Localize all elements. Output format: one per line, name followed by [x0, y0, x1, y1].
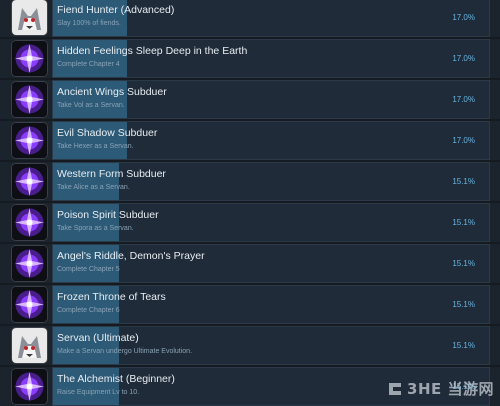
achievement-panel: Evil Shadow Subduer Take Hexer as a Serv…	[52, 121, 490, 160]
achievement-description: Take Vol as a Servan.	[57, 102, 125, 109]
achievement-percent: 17.0%	[452, 54, 475, 63]
achievement-panel: Frozen Throne of Tears Complete Chapter …	[52, 285, 490, 324]
achievement-title: The Alchemist (Beginner)	[57, 373, 175, 385]
achievement-panel: Ancient Wings Subduer Take Vol as a Serv…	[52, 80, 490, 119]
achievement-title: Evil Shadow Subduer	[57, 127, 158, 139]
purple-crystal-icon	[12, 123, 47, 158]
purple-crystal-icon	[12, 369, 47, 404]
achievement-description: Raise Equipment Lv to 10.	[57, 389, 140, 396]
achievement-description: Take Hexer as a Servan.	[57, 143, 134, 150]
achievement-panel: Western Form Subduer Take Alice as a Ser…	[52, 162, 490, 201]
achievement-title: Hidden Feelings Sleep Deep in the Earth	[57, 45, 248, 57]
achievement-title: Western Form Subduer	[57, 168, 166, 180]
achievement-title: Angel's Riddle, Demon's Prayer	[57, 250, 205, 262]
achievement-row[interactable]: Evil Shadow Subduer Take Hexer as a Serv…	[0, 121, 500, 160]
achievement-panel: Fiend Hunter (Advanced) Slay 100% of fie…	[52, 0, 490, 37]
watermark-text: 3HE 当游网	[407, 380, 494, 398]
achievement-row[interactable]: Ancient Wings Subduer Take Vol as a Serv…	[0, 80, 500, 119]
achievement-description: Take Spora as a Servan.	[57, 225, 134, 232]
achievement-percent: 17.0%	[452, 95, 475, 104]
achievement-panel: Angel's Riddle, Demon's Prayer Complete …	[52, 244, 490, 283]
purple-crystal-icon	[12, 82, 47, 117]
purple-crystal-icon	[12, 41, 47, 76]
achievement-row[interactable]: Angel's Riddle, Demon's Prayer Complete …	[0, 244, 500, 283]
achievement-panel: Hidden Feelings Sleep Deep in the Earth …	[52, 39, 490, 78]
achievement-description: Complete Chapter 6	[57, 307, 120, 314]
achievement-panel: Poison Spirit Subduer Take Spora as a Se…	[52, 203, 490, 242]
purple-crystal-icon	[12, 287, 47, 322]
achievement-percent: 15.1%	[452, 177, 475, 186]
achievement-title: Poison Spirit Subduer	[57, 209, 159, 221]
achievement-percent: 15.1%	[452, 259, 475, 268]
achievement-title: Servan (Ultimate)	[57, 332, 139, 344]
achievement-percent: 15.1%	[452, 341, 475, 350]
watermark-logo-icon	[389, 382, 402, 395]
achievement-title: Ancient Wings Subduer	[57, 86, 167, 98]
purple-crystal-icon	[12, 246, 47, 281]
achievement-row[interactable]: Western Form Subduer Take Alice as a Ser…	[0, 162, 500, 201]
achievement-description: Take Alice as a Servan.	[57, 184, 130, 191]
achievement-percent: 17.0%	[452, 136, 475, 145]
achievement-percent: 15.1%	[452, 300, 475, 309]
achievement-row[interactable]: Frozen Throne of Tears Complete Chapter …	[0, 285, 500, 324]
achievement-panel: Servan (Ultimate) Make a Servan undergo …	[52, 326, 490, 365]
achievement-list: Fiend Hunter (Advanced) Slay 100% of fie…	[0, 0, 500, 406]
achievement-row[interactable]: Poison Spirit Subduer Take Spora as a Se…	[0, 203, 500, 242]
achievement-title: Frozen Throne of Tears	[57, 291, 166, 303]
purple-crystal-icon	[12, 205, 47, 240]
achievement-description: Complete Chapter 5	[57, 266, 120, 273]
achievement-percent: 15.1%	[452, 218, 475, 227]
site-watermark: 3HE 当游网	[387, 378, 494, 399]
achievement-description: Make a Servan undergo Ultimate Evolution…	[57, 348, 193, 355]
wolf-mascot-icon	[12, 0, 47, 35]
achievement-row[interactable]: Fiend Hunter (Advanced) Slay 100% of fie…	[0, 0, 500, 37]
achievement-row[interactable]: Servan (Ultimate) Make a Servan undergo …	[0, 326, 500, 365]
achievement-description: Slay 100% of fiends.	[57, 20, 121, 27]
achievement-percent: 17.0%	[452, 13, 475, 22]
purple-crystal-icon	[12, 164, 47, 199]
achievement-row[interactable]: Hidden Feelings Sleep Deep in the Earth …	[0, 39, 500, 78]
achievement-description: Complete Chapter 4	[57, 61, 120, 68]
achievement-title: Fiend Hunter (Advanced)	[57, 4, 175, 16]
wolf-mascot-icon	[12, 328, 47, 363]
